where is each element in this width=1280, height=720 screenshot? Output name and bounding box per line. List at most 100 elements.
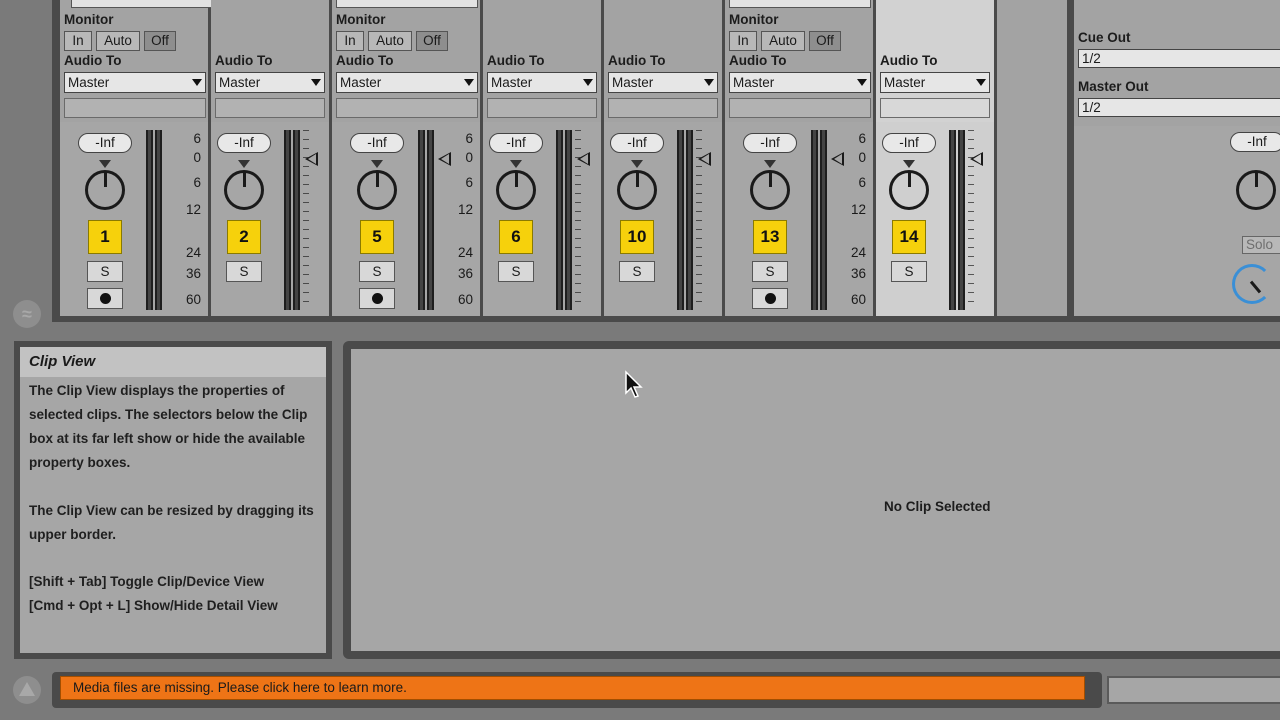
- pan-knob[interactable]: [224, 170, 264, 210]
- volume-display[interactable]: -Inf: [743, 133, 797, 153]
- audio-to-dropdown[interactable]: Master: [729, 72, 871, 93]
- monitor-auto-button[interactable]: Auto: [761, 31, 805, 51]
- fader-section: -Inf 10 S: [604, 124, 722, 316]
- volume-display[interactable]: -Inf: [350, 133, 404, 153]
- audio-to-label: Audio To: [729, 53, 787, 68]
- mixer-strip-5: Monitor In Auto Off Audio To Master -Inf…: [332, 0, 480, 316]
- pan-knob[interactable]: [617, 170, 657, 210]
- meter-scale-0: 0: [858, 150, 866, 165]
- volume-display[interactable]: -Inf: [78, 133, 132, 153]
- volume-display[interactable]: -Inf: [489, 133, 543, 153]
- audio-to-dropdown[interactable]: Master: [64, 72, 206, 93]
- master-pan-knob[interactable]: [1236, 170, 1276, 210]
- wave-icon[interactable]: ≈: [13, 300, 41, 328]
- info-shortcut-2: [Cmd + Opt + L] Show/Hide Detail View: [29, 598, 278, 613]
- monitor-auto-button[interactable]: Auto: [368, 31, 412, 51]
- monitor-off-button[interactable]: Off: [416, 31, 448, 51]
- pan-knob[interactable]: [750, 170, 790, 210]
- pan-knob[interactable]: [496, 170, 536, 210]
- audio-to-dropdown[interactable]: Master: [487, 72, 597, 93]
- meter-scale-0: 0: [193, 150, 201, 165]
- monitor-auto-button[interactable]: Auto: [96, 31, 140, 51]
- audio-to-dropdown[interactable]: Master: [215, 72, 325, 93]
- chevron-down-icon: [704, 79, 714, 86]
- monitor-in-button[interactable]: In: [64, 31, 92, 51]
- monitor-label: Monitor: [336, 12, 386, 27]
- mixer-strip-13: Monitor In Auto Off Audio To Master -Inf…: [725, 0, 873, 316]
- pan-knob[interactable]: [889, 170, 929, 210]
- io-section: Audio To Master: [604, 0, 722, 122]
- warning-icon[interactable]: [13, 676, 41, 704]
- channel-select-box[interactable]: [729, 98, 871, 118]
- master-out-select[interactable]: 1/2: [1078, 98, 1280, 117]
- channel-select-box[interactable]: [215, 98, 325, 118]
- solo-button[interactable]: S: [226, 261, 262, 282]
- meter-scale-24: 24: [457, 245, 473, 260]
- arm-record-button[interactable]: [359, 288, 395, 309]
- arm-record-button[interactable]: [752, 288, 788, 309]
- monitor-off-button[interactable]: Off: [144, 31, 176, 51]
- io-section: Monitor In Auto Off Audio To Master: [725, 0, 873, 122]
- dropdown-value: Master: [612, 75, 654, 90]
- track-activator-button[interactable]: 2: [227, 220, 261, 254]
- track-activator-button[interactable]: 1: [88, 220, 122, 254]
- missing-media-warning[interactable]: Media files are missing. Please click he…: [60, 676, 1085, 700]
- solo-button[interactable]: S: [752, 261, 788, 282]
- solo-button[interactable]: S: [359, 261, 395, 282]
- status-right-field: [1107, 676, 1280, 704]
- input-channel-select[interactable]: [336, 0, 478, 8]
- fader-handle[interactable]: [831, 152, 844, 166]
- volume-display[interactable]: -Inf: [610, 133, 664, 153]
- audio-to-dropdown[interactable]: Master: [336, 72, 478, 93]
- master-strip: Cue Out 1/2 Master Out 1/2 -Inf Solo: [1074, 0, 1280, 316]
- monitor-in-button[interactable]: In: [729, 31, 757, 51]
- volume-display[interactable]: -Inf: [882, 133, 936, 153]
- track-activator-button[interactable]: 14: [892, 220, 926, 254]
- input-channel-select[interactable]: [729, 0, 871, 8]
- solo-button[interactable]: S: [87, 261, 123, 282]
- monitor-in-button[interactable]: In: [336, 31, 364, 51]
- track-activator-button[interactable]: 13: [753, 220, 787, 254]
- pan-indicator-icon: [510, 160, 522, 168]
- fader-handle[interactable]: [438, 152, 451, 166]
- channel-select-box[interactable]: [608, 98, 718, 118]
- chevron-down-icon: [311, 79, 321, 86]
- solo-button[interactable]: S: [891, 261, 927, 282]
- empty-strip: [997, 0, 1067, 316]
- no-clip-selected-message: No Clip Selected: [884, 499, 991, 514]
- solo-cue-button[interactable]: Solo: [1242, 236, 1280, 254]
- level-meter-left: [284, 130, 291, 310]
- cue-out-select[interactable]: 1/2: [1078, 49, 1280, 68]
- solo-button[interactable]: S: [619, 261, 655, 282]
- arm-record-button[interactable]: [87, 288, 123, 309]
- monitor-off-button[interactable]: Off: [809, 31, 841, 51]
- mixer-strip-10: Audio To Master -Inf 10 S: [604, 0, 722, 316]
- mouse-cursor-icon: [625, 370, 643, 398]
- pan-indicator-icon: [371, 160, 383, 168]
- audio-to-dropdown[interactable]: Master: [880, 72, 990, 93]
- channel-select-box[interactable]: [487, 98, 597, 118]
- track-activator-button[interactable]: 6: [499, 220, 533, 254]
- master-volume-display[interactable]: -Inf: [1230, 132, 1280, 152]
- audio-to-dropdown[interactable]: Master: [608, 72, 718, 93]
- clip-view[interactable]: No Clip Selected: [351, 349, 1280, 651]
- track-activator-button[interactable]: 5: [360, 220, 394, 254]
- channel-select-box[interactable]: [880, 98, 990, 118]
- solo-button[interactable]: S: [498, 261, 534, 282]
- pan-knob[interactable]: [357, 170, 397, 210]
- volume-display[interactable]: -Inf: [217, 133, 271, 153]
- input-channel-select[interactable]: [71, 0, 213, 8]
- level-meter-right: [958, 130, 965, 310]
- io-section: Monitor In Auto Off Audio To Master: [332, 0, 480, 122]
- dropdown-value: Master: [491, 75, 533, 90]
- fader-ticks: [696, 130, 702, 310]
- channel-select-box[interactable]: [336, 98, 478, 118]
- pan-knob[interactable]: [85, 170, 125, 210]
- channel-select-box[interactable]: [64, 98, 206, 118]
- meter-scale-60: 60: [457, 292, 473, 307]
- fader-section: -Inf 13 S 6 0 6 12 24 36 60: [725, 124, 873, 316]
- audio-to-label: Audio To: [64, 53, 122, 68]
- meter-scale-6: 6: [858, 175, 866, 190]
- track-activator-button[interactable]: 10: [620, 220, 654, 254]
- fader-section: -Inf 5 S 6 0 6 12 24 36 60: [332, 124, 480, 316]
